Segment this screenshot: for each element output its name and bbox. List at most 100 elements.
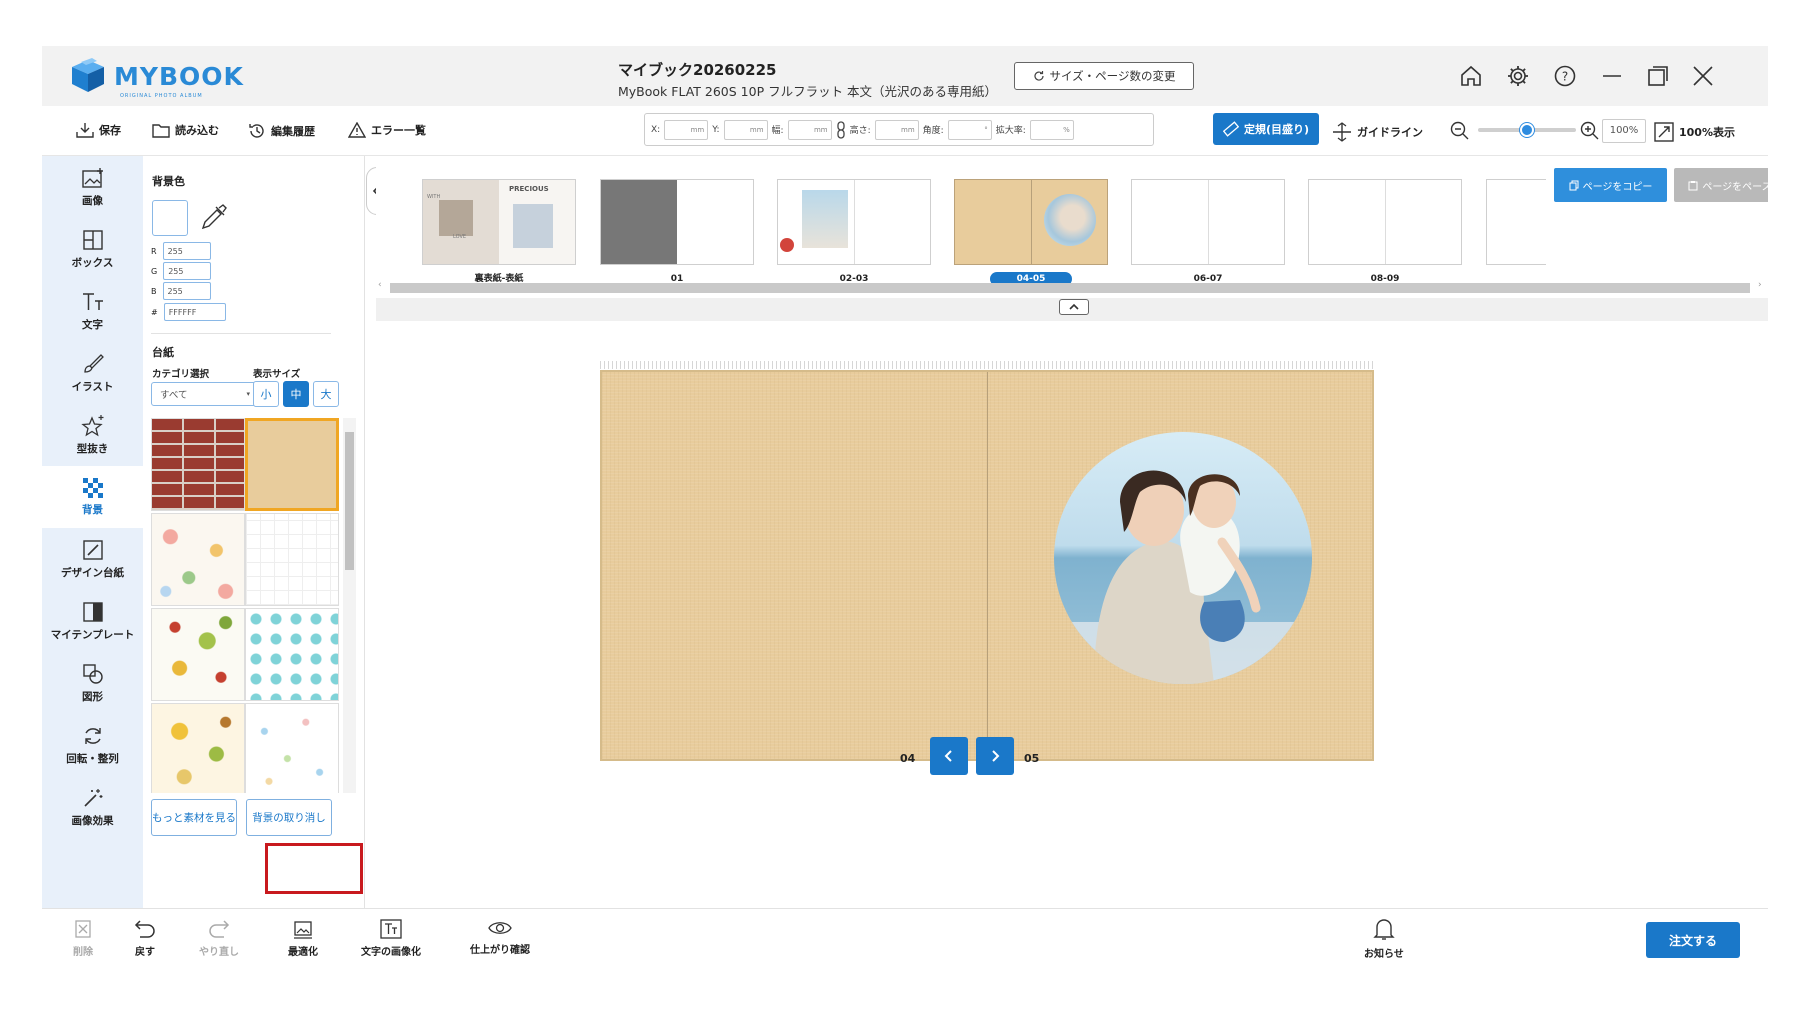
settings-button[interactable] xyxy=(1503,61,1533,91)
size-page-change-label: サイズ・ページ数の変更 xyxy=(1049,69,1176,83)
rail-item-rotate-align[interactable]: 回転・整列 xyxy=(42,714,143,776)
size-medium-button[interactable]: 中 xyxy=(283,381,309,407)
strip-collapse-button[interactable] xyxy=(1059,299,1089,315)
material-grid-paper[interactable] xyxy=(245,513,339,606)
minimize-button[interactable] xyxy=(1597,61,1627,91)
help-button[interactable]: ? xyxy=(1550,61,1580,91)
material-lemon[interactable] xyxy=(151,703,245,793)
notice-button[interactable]: お知らせ xyxy=(1364,917,1404,960)
copy-icon xyxy=(1569,180,1579,190)
rail-label-text: 文字 xyxy=(82,318,103,331)
strip-scroll-right-icon[interactable]: › xyxy=(1758,280,1762,290)
magic-wand-icon xyxy=(83,788,102,807)
remove-background-button[interactable]: 背景の取り消し xyxy=(246,799,332,836)
coord-scale-input[interactable]: % xyxy=(1029,119,1074,140)
rail-item-cutout[interactable]: 型抜き xyxy=(42,404,143,466)
guideline-button[interactable]: ガイドライン xyxy=(1332,122,1423,142)
zoom-in-icon[interactable] xyxy=(1580,121,1600,141)
history-icon xyxy=(249,124,264,138)
coord-x-input[interactable]: mm xyxy=(664,119,709,140)
load-button[interactable]: 読み込む xyxy=(152,122,219,138)
thumb-next-partial[interactable] xyxy=(1486,179,1546,265)
mount-title: 台紙 xyxy=(152,346,174,359)
thumb-06-07[interactable] xyxy=(1131,179,1285,265)
rail-item-box[interactable]: ボックス xyxy=(42,218,143,280)
eyedropper-icon[interactable] xyxy=(199,204,227,232)
undo-button[interactable]: 戻す xyxy=(134,919,156,958)
material-dots[interactable] xyxy=(245,608,339,701)
error-list-button[interactable]: エラー一覧 xyxy=(348,122,426,138)
thumb-cover[interactable]: WITH LOVE PRECIOUS xyxy=(422,179,576,265)
b-input[interactable]: 255 xyxy=(162,282,211,300)
preview-button[interactable]: 仕上がり確認 xyxy=(470,919,530,956)
thumb-04-05-right xyxy=(1031,180,1107,264)
save-button[interactable]: 保存 xyxy=(76,122,121,138)
delete-button[interactable]: 削除 xyxy=(73,919,93,958)
text-to-image-button[interactable]: 文字の画像化 xyxy=(361,919,421,958)
load-label: 読み込む xyxy=(175,124,219,137)
material-floral[interactable] xyxy=(151,513,245,606)
close-button[interactable] xyxy=(1688,61,1718,91)
size-page-change-button[interactable]: サイズ・ページ数の変更 xyxy=(1014,62,1194,90)
rail-item-image-effect[interactable]: 画像効果 xyxy=(42,776,143,838)
g-input[interactable]: 255 xyxy=(163,262,212,280)
history-button[interactable]: 編集履歴 xyxy=(248,122,315,140)
zoom-out-icon[interactable] xyxy=(1450,121,1470,141)
material-scrollbar[interactable] xyxy=(343,418,356,793)
coord-height-input[interactable]: mm xyxy=(874,119,919,140)
category-label: カテゴリ選択 xyxy=(152,369,210,380)
size-small-button[interactable]: 小 xyxy=(253,381,279,407)
r-input[interactable]: 255 xyxy=(162,242,211,260)
rail-item-image[interactable]: 画像 xyxy=(42,156,143,218)
redo-button[interactable]: やり直し xyxy=(199,919,239,958)
zoom-slider-handle[interactable] xyxy=(1520,123,1534,137)
thumb-04-05[interactable] xyxy=(954,179,1108,265)
material-kraft-selected[interactable] xyxy=(245,418,339,511)
thumb-02-03[interactable] xyxy=(777,179,931,265)
strip-scroll-left-icon[interactable]: ‹ xyxy=(378,280,382,290)
bg-color-swatch[interactable] xyxy=(152,200,188,236)
link-ratio-icon[interactable] xyxy=(836,120,846,139)
rail-label-rotate-align: 回転・整列 xyxy=(66,752,119,765)
left-page-number: 04 xyxy=(900,752,916,765)
minimize-icon xyxy=(1603,75,1621,77)
circle-photo-frame[interactable] xyxy=(1054,432,1312,684)
coord-angle-input[interactable]: ° xyxy=(947,119,992,140)
rail-item-background[interactable]: 背景 xyxy=(42,466,143,528)
material-brick[interactable] xyxy=(151,418,245,511)
rail-item-illust[interactable]: イラスト xyxy=(42,342,143,404)
strip-scrollbar[interactable] xyxy=(390,283,1750,293)
rail-item-my-template[interactable]: マイテンプレート xyxy=(42,590,143,652)
optimize-button[interactable]: 最適化 xyxy=(288,919,318,958)
template-icon xyxy=(82,601,103,622)
coordinate-fields: X: mm Y: mm 幅: mm 高さ: mm 角度: ° 拡大率: % xyxy=(644,113,1154,146)
rail-item-text[interactable]: 文字 xyxy=(42,280,143,342)
category-select[interactable]: すべて ▾ xyxy=(151,382,259,406)
zoom-value-field[interactable]: 100% xyxy=(1602,119,1646,143)
home-button[interactable] xyxy=(1456,61,1486,91)
copy-page-button[interactable]: ページをコピー xyxy=(1554,168,1667,202)
restore-button[interactable] xyxy=(1643,61,1673,91)
thumb-06-07-right xyxy=(1209,180,1285,264)
coord-width-input[interactable]: mm xyxy=(787,119,832,140)
page-spread[interactable] xyxy=(600,370,1374,761)
rail-label-background: 背景 xyxy=(82,503,103,516)
paste-page-button[interactable]: ページをペースト xyxy=(1674,168,1768,202)
prev-page-button[interactable] xyxy=(930,737,968,775)
material-confetti[interactable] xyxy=(245,703,339,793)
order-button[interactable]: 注文する xyxy=(1646,922,1740,958)
next-page-button[interactable] xyxy=(976,737,1014,775)
size-large-button[interactable]: 大 xyxy=(313,381,339,407)
thumb-01[interactable] xyxy=(600,179,754,265)
fit-100-button[interactable]: 100%表示 xyxy=(1654,122,1735,142)
coord-y-input[interactable]: mm xyxy=(723,119,768,140)
rail-item-design-mount[interactable]: デザイン台紙 xyxy=(42,528,143,590)
more-materials-button[interactable]: もっと素材を見る xyxy=(151,799,237,836)
material-fruit[interactable] xyxy=(151,608,245,701)
thumb-08-09[interactable] xyxy=(1308,179,1462,265)
material-scroll-thumb[interactable] xyxy=(345,432,354,570)
hex-input[interactable]: FFFFFF xyxy=(163,303,226,321)
delete-icon xyxy=(75,920,91,938)
rail-item-shape[interactable]: 図形 xyxy=(42,652,143,714)
ruler-toggle-button[interactable]: 定規(目盛り) xyxy=(1213,113,1319,145)
